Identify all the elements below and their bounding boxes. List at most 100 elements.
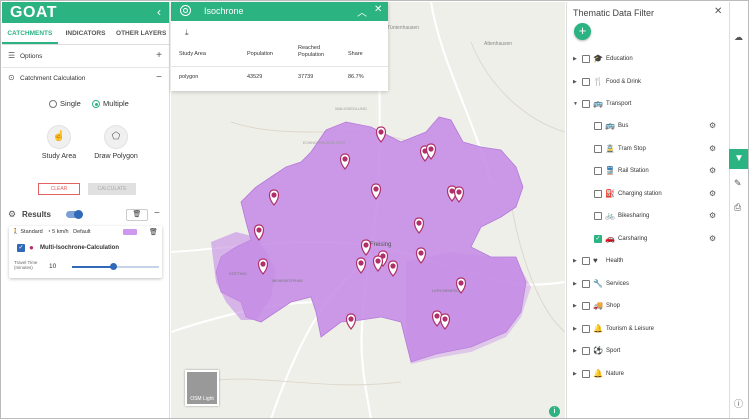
group-checkbox[interactable]: [582, 55, 590, 63]
group-checkbox[interactable]: [582, 369, 590, 378]
filter-item-charging-station[interactable]: ⛽ Charging station ⚙: [594, 189, 719, 201]
chevron-right-icon[interactable]: ▶: [573, 281, 577, 287]
filter-group-food-drink[interactable]: ▶ 🍴 Food & Drink: [573, 77, 723, 89]
item-checkbox[interactable]: [594, 189, 602, 198]
close-icon[interactable]: ✕: [714, 6, 722, 17]
tab-indicators[interactable]: INDICATORS: [58, 23, 114, 44]
radio-multiple[interactable]: Multiple: [92, 99, 129, 109]
chevron-up-icon[interactable]: ︿: [357, 4, 367, 19]
minus-icon[interactable]: −: [156, 72, 162, 83]
gear-icon[interactable]: ⚙: [709, 144, 716, 153]
trash-icon[interactable]: 🗑: [126, 209, 148, 221]
calculate-button[interactable]: CALCULATE: [88, 183, 136, 195]
group-checkbox[interactable]: [582, 279, 590, 288]
filter-item-rail-station[interactable]: 🚆 Rail Station ⚙: [594, 166, 719, 178]
draw-polygon-tool[interactable]: ⬠ Draw Polygon: [86, 125, 146, 160]
group-checkbox[interactable]: [582, 257, 590, 265]
calculation-name: Multi-Isochrone-Calculation: [40, 245, 120, 251]
options-row[interactable]: ☰ Options +: [2, 50, 170, 64]
item-checkbox[interactable]: [594, 167, 602, 175]
study-area-tool[interactable]: ☝ Study Area: [29, 125, 89, 160]
group-checkbox[interactable]: [582, 100, 590, 108]
item-label: Bikesharing: [618, 213, 650, 219]
info-icon[interactable]: ⓘ: [734, 397, 743, 410]
item-checkbox[interactable]: ✓: [594, 234, 602, 243]
basemap-switcher[interactable]: OSM Light: [185, 370, 219, 406]
color-swatch[interactable]: [123, 229, 137, 235]
radio-single[interactable]: Single: [49, 99, 81, 109]
item-checkbox[interactable]: [594, 144, 602, 153]
transport-icon: 🚌: [593, 99, 603, 108]
radio-single-dot[interactable]: [49, 100, 57, 109]
table-cell: 37739: [298, 74, 314, 80]
slider-knob[interactable]: [110, 263, 118, 270]
filter-item-bikesharing[interactable]: 🚲 Bikesharing ⚙: [594, 211, 719, 223]
filter-group-transport[interactable]: ▼ 🚌 Transport: [573, 99, 723, 111]
filter-group-sport[interactable]: ▶ ⚽ Sport: [573, 346, 723, 358]
filter-group-tourism-leisure[interactable]: ▶ 🔔 Tourism & Leisure: [573, 324, 723, 336]
trash-icon[interactable]: 🗑: [149, 228, 158, 236]
chevron-right-icon[interactable]: ▶: [573, 79, 577, 85]
filter-group-services[interactable]: ▶ 🔧 Services: [573, 279, 723, 291]
transport-item-icon: 🚗: [605, 233, 615, 243]
add-icon[interactable]: +: [574, 23, 591, 40]
group-checkbox[interactable]: [582, 302, 590, 310]
filter-item-tram-stop[interactable]: 🚊 Tram Stop ⚙: [594, 144, 719, 156]
chevron-down-icon[interactable]: ▼: [573, 101, 578, 107]
radio-multiple-dot[interactable]: [92, 100, 100, 109]
chevron-right-icon[interactable]: ▶: [573, 348, 577, 354]
chevron-right-icon[interactable]: ▶: [573, 371, 577, 377]
tab-other-layers[interactable]: OTHER LAYERS: [113, 23, 169, 44]
gear-icon[interactable]: ⚙: [709, 211, 716, 220]
clear-button[interactable]: CLEAR: [38, 183, 80, 195]
chevron-right-icon[interactable]: ▶: [573, 258, 577, 264]
download-icon[interactable]: ⤓: [185, 28, 189, 38]
filter-item-bus[interactable]: 🚌 Bus ⚙: [594, 121, 719, 133]
gear-icon[interactable]: ⚙: [709, 189, 716, 198]
isochrone-polygon-east[interactable]: [406, 252, 531, 364]
filter-item-carsharing[interactable]: ✓ 🚗 Carsharing ⚙: [594, 234, 719, 246]
chevron-right-icon[interactable]: ▶: [573, 326, 577, 332]
gear-icon[interactable]: ⚙: [709, 234, 716, 243]
speed-icon: ◔: [47, 229, 51, 235]
item-label: Bus: [618, 123, 629, 129]
chevron-left-icon[interactable]: ‹: [157, 5, 161, 19]
item-label: Rail Station: [618, 168, 649, 174]
filter-icon[interactable]: ▼: [729, 149, 748, 169]
filter-group-education[interactable]: ▶ 🎓 Education: [573, 54, 723, 66]
filter-group-shop[interactable]: ▶ 🚚 Shop: [573, 301, 723, 313]
item-checkbox[interactable]: [594, 212, 602, 220]
isochrone-title: Isochrone: [204, 6, 244, 16]
print-icon[interactable]: ⎙: [734, 202, 741, 213]
group-checkbox[interactable]: [582, 324, 590, 333]
result-checkbox[interactable]: ✓: [17, 244, 25, 252]
group-checkbox[interactable]: [582, 347, 590, 355]
edit-icon[interactable]: ✎: [734, 178, 742, 189]
isochrone-header: Isochrone ︿ ✕: [171, 2, 388, 21]
gear-icon[interactable]: ⚙: [709, 121, 716, 130]
pointer-icon[interactable]: ☝: [47, 125, 71, 149]
right-toolbar: ☁ ✎ ⎙ ⓘ: [729, 2, 748, 418]
plus-icon[interactable]: +: [156, 50, 162, 61]
item-checkbox[interactable]: [594, 122, 602, 130]
study-area-label: Study Area: [41, 153, 77, 160]
catchment-row[interactable]: ⊙ Catchment Calculation −: [2, 72, 170, 86]
catchment-icon: ⊙: [8, 73, 15, 82]
carsharing-marker[interactable]: [345, 313, 357, 330]
group-checkbox[interactable]: [582, 77, 590, 86]
results-toggle[interactable]: [66, 209, 83, 219]
travel-time-slider[interactable]: [72, 263, 159, 270]
cloud-icon[interactable]: ☁: [734, 32, 743, 43]
filter-group-health[interactable]: ▶ ♥ Health: [573, 256, 723, 268]
tab-catchments[interactable]: CATCHMENTS: [2, 23, 58, 44]
info-icon[interactable]: i: [549, 406, 560, 417]
polygon-icon[interactable]: ⬠: [104, 125, 128, 149]
group-label: Tourism & Leisure: [606, 325, 655, 332]
gear-icon[interactable]: ⚙: [709, 166, 716, 175]
close-icon[interactable]: ✕: [374, 4, 382, 15]
filter-group-nature[interactable]: ▶ 🔔 Nature: [573, 369, 723, 381]
chevron-right-icon[interactable]: ▶: [573, 303, 577, 309]
minus-icon[interactable]: −: [154, 208, 160, 219]
education-icon: 🎓: [593, 54, 603, 63]
chevron-right-icon[interactable]: ▶: [573, 56, 577, 62]
